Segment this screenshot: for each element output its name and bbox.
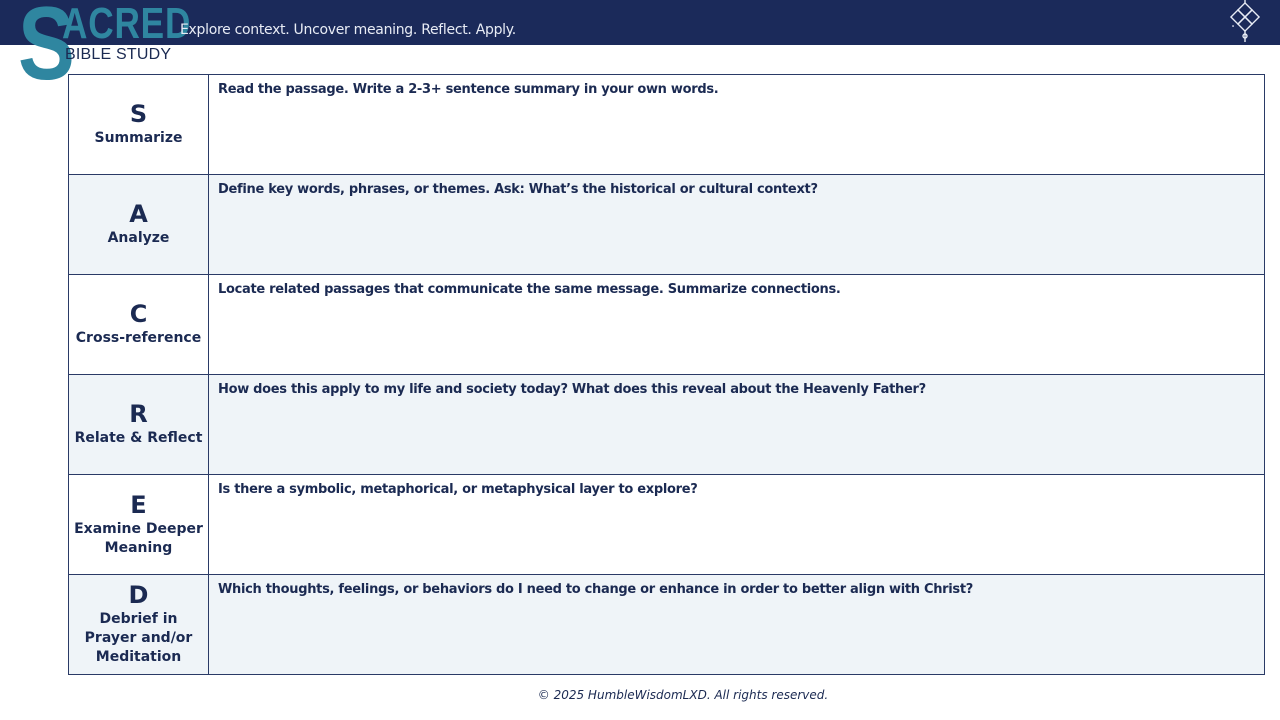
step-prompt: Is there a symbolic, metaphorical, or me… xyxy=(218,482,698,497)
prompt-cell[interactable]: Is there a symbolic, metaphorical, or me… xyxy=(208,474,1265,575)
step-label: Debrief in Prayer and/or Meditation xyxy=(84,611,193,665)
step-cell: C Cross-reference xyxy=(68,274,209,375)
step-label: Analyze xyxy=(107,230,170,246)
step-label: Cross-reference xyxy=(75,330,202,346)
prompt-cell[interactable]: How does this apply to my life and socie… xyxy=(208,374,1265,475)
table-row: D Debrief in Prayer and/or Meditation Wh… xyxy=(68,574,1265,675)
prompt-cell[interactable]: Which thoughts, feelings, or behaviors d… xyxy=(208,574,1265,675)
step-prompt: Locate related passages that communicate… xyxy=(218,282,841,297)
logo-wordmark: ACRED xyxy=(62,0,192,48)
step-prompt: Which thoughts, feelings, or behaviors d… xyxy=(218,582,974,597)
logo-subtitle: BIBLE STUDY xyxy=(65,46,172,63)
step-cell: S Summarize xyxy=(68,74,209,175)
sacred-method-table: S Summarize Read the passage. Write a 2-… xyxy=(68,74,1265,675)
table-row: S Summarize Read the passage. Write a 2-… xyxy=(68,74,1265,175)
table-row: R Relate & Reflect How does this apply t… xyxy=(68,374,1265,475)
copyright-footer: © 2025 HumbleWisdomLXD. All rights reser… xyxy=(537,688,829,702)
step-cell: R Relate & Reflect xyxy=(68,374,209,475)
prompt-cell[interactable]: Read the passage. Write a 2-3+ sentence … xyxy=(208,74,1265,175)
step-prompt: How does this apply to my life and socie… xyxy=(218,382,926,397)
table-row: C Cross-reference Locate related passage… xyxy=(68,274,1265,375)
step-cell: E Examine Deeper Meaning xyxy=(68,474,209,575)
step-letter: D xyxy=(128,581,149,609)
celtic-knot-icon xyxy=(1229,0,1261,42)
step-label: Relate & Reflect xyxy=(74,430,203,446)
step-prompt: Define key words, phrases, or themes. As… xyxy=(218,182,818,197)
step-letter: R xyxy=(129,400,148,428)
step-letter: A xyxy=(129,200,148,228)
step-letter: C xyxy=(129,300,148,328)
step-label: Examine Deeper Meaning xyxy=(74,520,203,556)
table-row: A Analyze Define key words, phrases, or … xyxy=(68,174,1265,275)
logo-initial: S xyxy=(18,0,75,102)
step-cell: D Debrief in Prayer and/or Meditation xyxy=(68,574,209,675)
step-letter: S xyxy=(129,100,148,128)
step-cell: A Analyze xyxy=(68,174,209,275)
step-label: Summarize xyxy=(94,130,183,146)
step-letter: E xyxy=(130,490,147,519)
prompt-cell[interactable]: Locate related passages that communicate… xyxy=(208,274,1265,375)
tagline: Explore context. Uncover meaning. Reflec… xyxy=(180,22,516,38)
table-row: E Examine Deeper Meaning Is there a symb… xyxy=(68,474,1265,575)
step-prompt: Read the passage. Write a 2-3+ sentence … xyxy=(218,82,719,97)
prompt-cell[interactable]: Define key words, phrases, or themes. As… xyxy=(208,174,1265,275)
